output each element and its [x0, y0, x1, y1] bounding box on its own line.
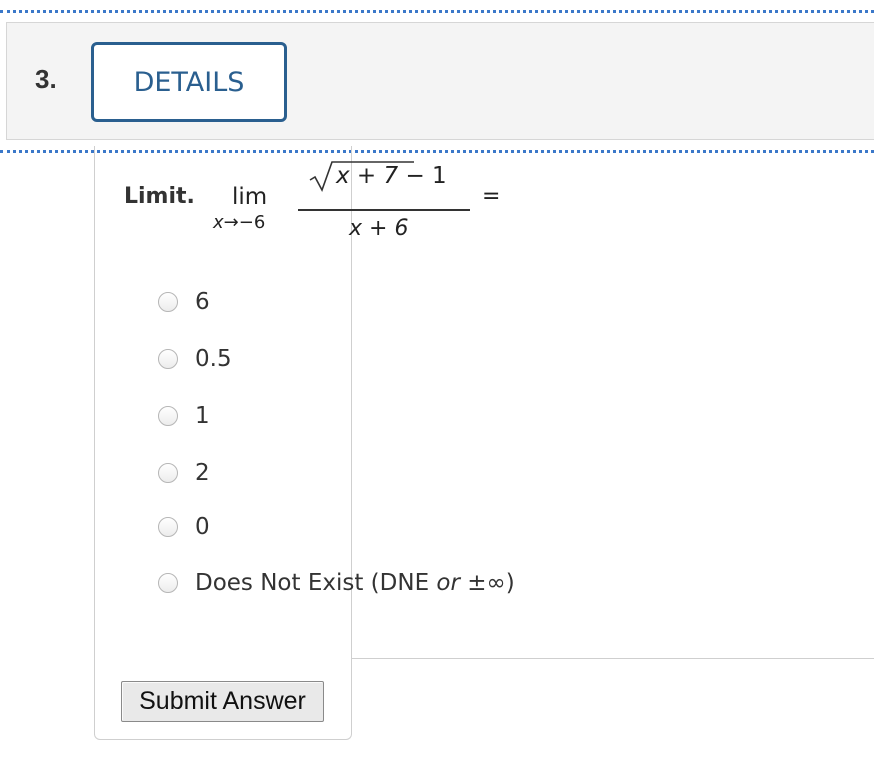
- question-number: 3.: [35, 64, 57, 94]
- limit-subscript: x→−6: [213, 212, 265, 233]
- radio-button[interactable]: [158, 349, 178, 369]
- limit-value: −6: [238, 212, 266, 233]
- panel-divider: [351, 658, 874, 659]
- denominator-text: x + 6: [349, 216, 409, 241]
- radio-button[interactable]: [158, 573, 178, 593]
- answer-option[interactable]: 6: [158, 288, 210, 316]
- question-content-panel: [94, 146, 352, 740]
- answer-option[interactable]: Does Not Exist (DNE or ±∞): [158, 569, 515, 597]
- answer-option[interactable]: 1: [158, 402, 210, 430]
- top-dotted-rule: [0, 10, 874, 13]
- details-button[interactable]: DETAILS: [91, 42, 287, 122]
- radio-button[interactable]: [158, 463, 178, 483]
- option-label: 6: [195, 289, 210, 315]
- answer-option[interactable]: 2: [158, 459, 210, 487]
- radio-button[interactable]: [158, 292, 178, 312]
- radio-button[interactable]: [158, 517, 178, 537]
- option-label: Does Not Exist (DNE or ±∞): [195, 570, 515, 596]
- radicand: x + 7: [336, 163, 399, 189]
- fraction-numerator: x + 7 − 1: [308, 160, 468, 194]
- option-label-italic: or: [436, 570, 460, 596]
- option-label-suffix: ±∞): [459, 570, 515, 596]
- option-label: 0.5: [195, 346, 232, 372]
- submit-answer-button[interactable]: Submit Answer: [121, 681, 324, 722]
- fraction-denominator: x + 6: [349, 216, 408, 241]
- answer-option[interactable]: 0.5: [158, 345, 232, 373]
- numerator-tail: − 1: [398, 163, 447, 189]
- option-label: 0: [195, 514, 210, 540]
- limit-arrow: →: [223, 212, 239, 233]
- radio-button[interactable]: [158, 406, 178, 426]
- option-label: 2: [195, 460, 210, 486]
- limit-operator: lim: [232, 184, 268, 210]
- limit-var: x: [213, 212, 224, 233]
- stem-label: Limit.: [124, 184, 195, 209]
- answer-option[interactable]: 0: [158, 513, 210, 541]
- option-label-prefix: Does Not Exist (DNE: [195, 570, 437, 596]
- equals-sign: =: [482, 184, 501, 209]
- option-label: 1: [195, 403, 210, 429]
- fraction-bar: [298, 209, 470, 211]
